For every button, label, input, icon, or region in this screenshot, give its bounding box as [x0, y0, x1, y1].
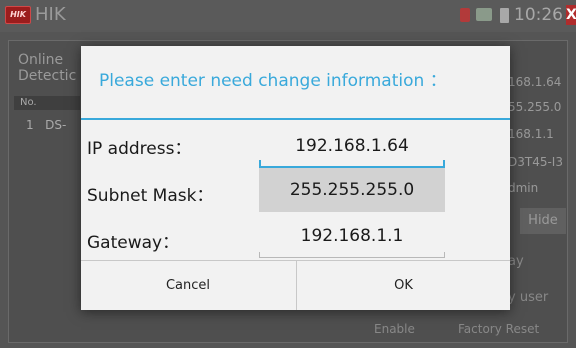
device-mask-value: 55.255.0	[508, 100, 562, 114]
title-divider	[81, 118, 510, 120]
battery-icon	[500, 8, 509, 23]
table-header: No.	[14, 96, 80, 110]
device-ip-value: 168.1.64	[508, 75, 562, 89]
device-model-value: D3T45-I3	[508, 155, 563, 169]
table-row[interactable]: 1 DS-	[14, 118, 80, 132]
status-bar: HIK HIK 10:26 AM X	[0, 0, 576, 32]
hide-button[interactable]: Hide	[520, 208, 566, 234]
gateway-field[interactable]: 192.168.1.1	[259, 214, 445, 258]
row-device: DS-	[45, 118, 67, 132]
ip-address-label: IP address：	[87, 139, 192, 159]
hik-logo: HIK	[5, 6, 31, 24]
device-user-value: dmin	[508, 181, 539, 195]
modify-user-button[interactable]: y user	[508, 290, 548, 305]
row-number: 1	[26, 118, 34, 132]
subnet-mask-label: Subnet Mask：	[87, 186, 214, 206]
play-button[interactable]: ay	[508, 254, 524, 269]
factory-reset-button[interactable]: Factory Reset	[458, 322, 539, 336]
cancel-button[interactable]: Cancel	[81, 261, 295, 310]
dialog-title: Please enter need change information ：	[99, 71, 447, 91]
enable-button[interactable]: Enable	[374, 322, 415, 336]
device-gateway-value: 168.1.1	[508, 127, 554, 141]
ok-button[interactable]: OK	[296, 261, 510, 310]
subnet-mask-field[interactable]: 255.255.255.0	[259, 168, 445, 212]
monitor-icon	[476, 8, 492, 21]
app-title: HIK	[35, 4, 66, 25]
online-detection-title: Online Detectic	[18, 52, 77, 84]
close-icon[interactable]: X	[566, 5, 576, 25]
change-info-dialog: Please enter need change information ： I…	[81, 46, 510, 310]
gateway-label: Gateway：	[87, 233, 180, 253]
ip-address-field[interactable]: 192.168.1.64	[259, 124, 445, 168]
alert-icon	[460, 8, 470, 22]
